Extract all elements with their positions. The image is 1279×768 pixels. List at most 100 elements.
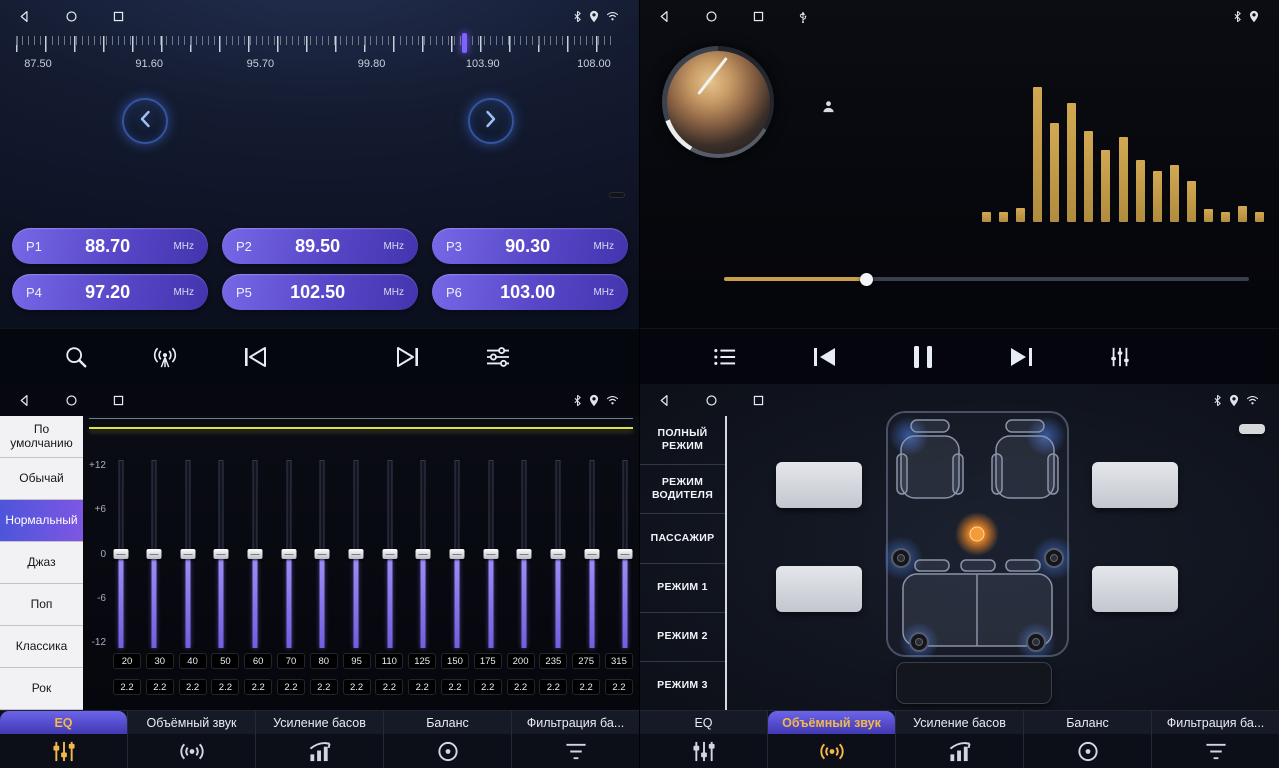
eq-tab-icon[interactable] — [640, 734, 767, 768]
tab-label[interactable]: EQ — [0, 711, 127, 734]
surround-tab-icon[interactable] — [128, 734, 255, 768]
filter-tab-icon[interactable] — [1152, 734, 1279, 768]
previous-icon[interactable] — [242, 346, 268, 368]
eq-band-slider[interactable] — [483, 460, 498, 648]
tab-label[interactable]: Баланс — [384, 711, 511, 734]
recents-button[interactable] — [752, 10, 765, 23]
preset-button[interactable]: P497.20MHz — [12, 274, 208, 310]
home-button[interactable] — [705, 10, 718, 23]
preset-button[interactable]: P6103.00MHz — [432, 274, 628, 310]
progress-knob[interactable] — [860, 273, 873, 286]
mode-item[interactable]: РЕЖИМ ВОДИТЕЛЯ — [640, 465, 725, 514]
delay-front-right-button[interactable] — [1092, 462, 1178, 508]
delay-rear-left-button[interactable] — [776, 566, 862, 612]
eq-sliders-icon[interactable] — [485, 346, 511, 368]
playlist-icon[interactable] — [713, 346, 737, 368]
tab-filter[interactable]: Фильтрация ба... — [512, 711, 639, 768]
eq-preset-item[interactable]: Джаз — [0, 542, 83, 584]
tab-label[interactable]: Баланс — [1024, 711, 1151, 734]
eq-band-slider[interactable] — [382, 460, 397, 648]
eq-band-slider[interactable] — [214, 460, 229, 648]
slider-handle[interactable] — [315, 549, 330, 559]
seek-down-button[interactable] — [122, 98, 168, 144]
slider-handle[interactable] — [248, 549, 263, 559]
slider-handle[interactable] — [349, 549, 364, 559]
frequency-ruler[interactable] — [16, 36, 616, 54]
slider-handle[interactable] — [416, 549, 431, 559]
pause-button[interactable] — [910, 346, 936, 368]
eq-band-slider[interactable] — [315, 460, 330, 648]
preset-button[interactable]: P188.70MHz — [12, 228, 208, 264]
eq-band-slider[interactable] — [618, 460, 633, 648]
eq-preset-item[interactable]: Классика — [0, 626, 83, 668]
slider-handle[interactable] — [551, 549, 566, 559]
tab-label[interactable]: Усиление басов — [896, 711, 1023, 734]
eq-band-slider[interactable] — [416, 460, 431, 648]
preset-normal-button[interactable] — [1239, 424, 1265, 434]
slider-handle[interactable] — [382, 549, 397, 559]
home-button[interactable] — [65, 394, 78, 407]
preset-button[interactable]: P5102.50MHz — [222, 274, 418, 310]
previous-track-icon[interactable] — [811, 346, 837, 368]
tab-label[interactable]: Усиление басов — [256, 711, 383, 734]
slider-handle[interactable] — [618, 549, 633, 559]
tab-surround[interactable]: Объёмный звук — [128, 711, 256, 768]
eq-preset-item[interactable]: Поп — [0, 584, 83, 626]
recents-button[interactable] — [112, 10, 125, 23]
eq-band-slider[interactable] — [450, 460, 465, 648]
tab-bass[interactable]: Усиление басов — [896, 711, 1024, 768]
slider-handle[interactable] — [214, 549, 229, 559]
next-icon[interactable] — [395, 346, 421, 368]
search-icon[interactable] — [64, 345, 88, 369]
eq-band-slider[interactable] — [349, 460, 364, 648]
eq-preset-item[interactable]: По умолчанию — [0, 416, 83, 458]
tab-eq[interactable]: EQ — [0, 711, 128, 768]
mode-item[interactable]: РЕЖИМ 2 — [640, 613, 725, 662]
tab-surround[interactable]: Объёмный звук — [768, 711, 896, 768]
bass-tab-icon[interactable] — [896, 734, 1023, 768]
progress-bar[interactable] — [724, 277, 1249, 281]
eq-band-slider[interactable] — [517, 460, 532, 648]
slider-handle[interactable] — [147, 549, 162, 559]
mode-item[interactable]: РЕЖИМ 1 — [640, 564, 725, 613]
back-button[interactable] — [18, 10, 31, 23]
slider-handle[interactable] — [450, 549, 465, 559]
eq-preset-item[interactable]: Обычай — [0, 458, 83, 500]
tab-label[interactable]: Фильтрация ба... — [512, 711, 639, 734]
balance-tab-icon[interactable] — [1024, 734, 1151, 768]
surround-tab-icon[interactable] — [768, 734, 895, 768]
eq-band-slider[interactable] — [147, 460, 162, 648]
eq-tab-icon[interactable] — [0, 734, 127, 768]
slider-handle[interactable] — [517, 549, 532, 559]
tuner-scan-icon[interactable] — [152, 345, 178, 369]
eq-preset-item[interactable]: Рок — [0, 668, 83, 710]
preset-button[interactable]: P390.30MHz — [432, 228, 628, 264]
mixer-icon[interactable] — [1108, 346, 1132, 368]
preset-button[interactable]: P289.50MHz — [222, 228, 418, 264]
recents-button[interactable] — [112, 394, 125, 407]
tab-filter[interactable]: Фильтрация ба... — [1152, 711, 1279, 768]
delay-front-left-button[interactable] — [776, 462, 862, 508]
slider-handle[interactable] — [584, 549, 599, 559]
eq-band-slider[interactable] — [248, 460, 263, 648]
tab-label[interactable]: EQ — [640, 711, 767, 734]
home-button[interactable] — [65, 10, 78, 23]
recents-button[interactable] — [752, 394, 765, 407]
back-button[interactable] — [658, 10, 671, 23]
tab-balance[interactable]: Баланс — [1024, 711, 1152, 768]
bass-tab-icon[interactable] — [256, 734, 383, 768]
slider-handle[interactable] — [180, 549, 195, 559]
next-track-icon[interactable] — [1009, 346, 1035, 368]
seek-up-button[interactable] — [468, 98, 514, 144]
back-button[interactable] — [18, 394, 31, 407]
balance-tab-icon[interactable] — [384, 734, 511, 768]
slider-handle[interactable] — [113, 549, 128, 559]
filter-tab-icon[interactable] — [512, 734, 639, 768]
tab-balance[interactable]: Баланс — [384, 711, 512, 768]
mode-item[interactable]: ПАССАЖИР — [640, 514, 725, 563]
slider-handle[interactable] — [483, 549, 498, 559]
eq-band-slider[interactable] — [180, 460, 195, 648]
tab-label[interactable]: Фильтрация ба... — [1152, 711, 1279, 734]
eq-band-slider[interactable] — [551, 460, 566, 648]
tab-bass[interactable]: Усиление басов — [256, 711, 384, 768]
